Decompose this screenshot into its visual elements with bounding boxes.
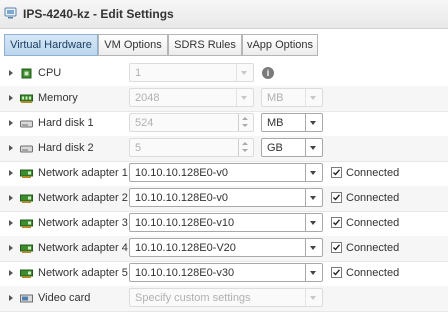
chevron-down-icon	[305, 214, 322, 231]
expand-arrow-icon[interactable]	[9, 245, 13, 251]
connected-label[interactable]: Connected	[346, 167, 399, 179]
device-row-memory: Memory 2048 MB	[0, 86, 448, 112]
chevron-down-icon	[305, 289, 322, 306]
network-select[interactable]: 10.10.10.128E0-v0	[129, 188, 323, 207]
connected-checkbox[interactable]	[331, 167, 342, 178]
network-card-icon	[20, 194, 33, 203]
tab-sdrs-rules[interactable]: SDRS Rules	[168, 34, 242, 56]
expand-arrow-icon[interactable]	[9, 195, 13, 201]
expand-arrow-icon[interactable]	[9, 95, 13, 101]
hard-disk-icon	[20, 145, 33, 153]
checkmark-icon	[333, 169, 341, 176]
network-select[interactable]: 10.10.10.128E0-v30	[129, 263, 323, 282]
chevron-down-icon	[305, 164, 322, 181]
network-select[interactable]: 10.10.10.128E0-V20	[129, 238, 323, 257]
chevron-down-icon	[305, 189, 322, 206]
window-titlebar: IPS-4240-kz - Edit Settings	[0, 0, 448, 29]
memory-unit-select[interactable]: MB	[261, 88, 323, 107]
device-label: Network adapter 3	[38, 217, 128, 229]
checkmark-icon	[333, 269, 341, 276]
expand-arrow-icon[interactable]	[9, 220, 13, 226]
hard-disk-icon	[20, 120, 33, 128]
checkmark-icon	[333, 194, 341, 201]
device-label: Memory	[38, 92, 78, 104]
chevron-down-icon	[305, 239, 322, 256]
device-label: Network adapter 1	[38, 167, 128, 179]
tab-vapp-options[interactable]: vApp Options	[242, 34, 318, 56]
device-row-network-adapter-4: Network adapter 4 10.10.10.128E0-V20 Con…	[0, 236, 448, 262]
expand-arrow-icon[interactable]	[9, 170, 13, 176]
video-card-settings-select[interactable]: Specify custom settings	[129, 288, 323, 307]
tab-vm-options[interactable]: VM Options	[98, 34, 168, 56]
connected-checkbox[interactable]	[331, 192, 342, 203]
connected-checkbox[interactable]	[331, 217, 342, 228]
device-row-network-adapter-2: Network adapter 2 10.10.10.128E0-v0 Conn…	[0, 186, 448, 212]
connected-checkbox[interactable]	[331, 242, 342, 253]
expand-arrow-icon[interactable]	[9, 145, 13, 151]
checkmark-icon	[333, 244, 341, 251]
expand-arrow-icon[interactable]	[9, 70, 13, 76]
vm-icon	[4, 7, 17, 19]
device-row-network-adapter-1: Network adapter 1 10.10.10.128E0-v0 Conn…	[0, 161, 448, 187]
memory-size-select[interactable]: 2048	[129, 88, 254, 107]
connected-label[interactable]: Connected	[346, 242, 399, 254]
tab-virtual-hardware[interactable]: Virtual Hardware	[4, 34, 98, 56]
device-label: Network adapter 4	[38, 242, 128, 254]
cpu-chip-icon	[21, 68, 32, 79]
chevron-down-icon	[305, 89, 322, 106]
connected-label[interactable]: Connected	[346, 267, 399, 279]
window-title: IPS-4240-kz - Edit Settings	[23, 7, 174, 21]
chevron-down-icon	[305, 114, 322, 131]
cpu-count-select[interactable]: 1	[129, 63, 254, 82]
network-card-icon	[20, 269, 33, 278]
network-card-icon	[20, 219, 33, 228]
device-label: Video card	[38, 292, 91, 304]
device-row-hard-disk-1: Hard disk 1 524 MB	[0, 111, 448, 137]
checkmark-icon	[333, 219, 341, 226]
chevron-down-icon	[305, 139, 322, 156]
device-row-network-adapter-5: Network adapter 5 10.10.10.128E0-v30 Con…	[0, 261, 448, 287]
memory-module-icon	[20, 94, 33, 103]
device-row-video-card: Video card Specify custom settings	[0, 286, 448, 312]
device-row-cpu: CPU 1 i	[0, 61, 448, 87]
spinner-icon[interactable]	[238, 139, 253, 156]
network-card-icon	[20, 244, 33, 253]
device-row-hard-disk-2: Hard disk 2 5 GB	[0, 136, 448, 162]
network-select[interactable]: 10.10.10.128E0-v10	[129, 213, 323, 232]
connected-label[interactable]: Connected	[346, 192, 399, 204]
expand-arrow-icon[interactable]	[9, 120, 13, 126]
device-label: Hard disk 1	[38, 117, 94, 129]
device-row-network-adapter-3: Network adapter 3 10.10.10.128E0-v10 Con…	[0, 211, 448, 237]
connected-label[interactable]: Connected	[346, 217, 399, 229]
network-select[interactable]: 10.10.10.128E0-v0	[129, 163, 323, 182]
hard-disk-1-size-input[interactable]: 524	[129, 113, 254, 132]
spinner-icon[interactable]	[238, 114, 253, 131]
chevron-down-icon	[236, 89, 253, 106]
device-label: CPU	[38, 67, 62, 79]
connected-checkbox[interactable]	[331, 267, 342, 278]
info-icon[interactable]: i	[262, 67, 274, 79]
video-card-icon	[20, 294, 33, 303]
chevron-down-icon	[236, 64, 253, 81]
expand-arrow-icon[interactable]	[9, 270, 13, 276]
device-label: Network adapter 5	[38, 267, 128, 279]
hard-disk-2-size-input[interactable]: 5	[129, 138, 254, 157]
hard-disk-1-unit-select[interactable]: MB	[261, 113, 323, 132]
hard-disk-2-unit-select[interactable]: GB	[261, 138, 323, 157]
expand-arrow-icon[interactable]	[9, 295, 13, 301]
device-label: Network adapter 2	[38, 192, 128, 204]
chevron-down-icon	[305, 264, 322, 281]
network-card-icon	[20, 169, 33, 178]
device-label: Hard disk 2	[38, 142, 94, 154]
